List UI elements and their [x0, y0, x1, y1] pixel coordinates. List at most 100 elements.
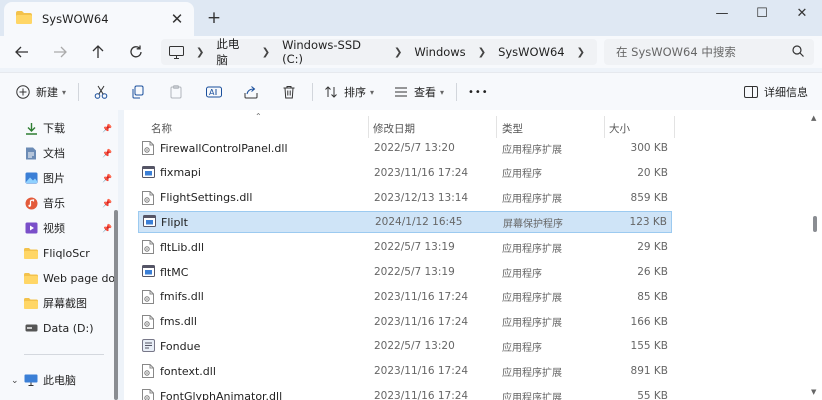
- table-row[interactable]: fltLib.dll 2022/5/7 13:19 应用程序扩展 29 KB: [138, 236, 672, 258]
- refresh-button[interactable]: [126, 42, 146, 62]
- table-row[interactable]: fltMC 2022/5/7 13:19 应用程序 26 KB: [138, 261, 672, 283]
- paste-button[interactable]: [169, 81, 183, 103]
- drive-icon: [24, 321, 38, 335]
- file-name-cell: FirewallControlPanel.dll: [142, 141, 288, 155]
- sidebar-item-pictures[interactable]: 图片 📌: [24, 168, 116, 188]
- pin-icon[interactable]: 📌: [102, 124, 112, 133]
- details-label: 详细信息: [764, 86, 808, 99]
- share-button[interactable]: [244, 81, 258, 103]
- breadcrumb-separator-icon: ❯: [477, 46, 487, 58]
- scroll-down-icon[interactable]: ▼: [811, 388, 816, 396]
- column-header-type[interactable]: 类型: [502, 118, 523, 138]
- navigation-pane: 下载 📌 文档 📌 图片 📌 音乐 📌 视频 📌 FliqloScr Web p…: [0, 110, 118, 400]
- tab-syswow64[interactable]: SysWOW64 ✕: [4, 2, 194, 36]
- search-icon: [792, 45, 804, 60]
- sort-label: 排序: [344, 86, 366, 99]
- sidebar-scrollbar[interactable]: [114, 210, 118, 400]
- file-name-cell: fltMC: [142, 265, 188, 279]
- column-divider[interactable]: [604, 116, 605, 138]
- back-button[interactable]: [12, 42, 32, 62]
- sidebar-item-data-drive[interactable]: Data (D:): [24, 318, 116, 338]
- new-button[interactable]: 新建 ▾: [16, 81, 66, 103]
- view-button[interactable]: 查看 ▾: [394, 81, 444, 103]
- column-divider[interactable]: [368, 116, 369, 138]
- new-tab-button[interactable]: +: [203, 8, 225, 28]
- table-row[interactable]: fixmapi 2023/11/16 17:24 应用程序 20 KB: [138, 162, 672, 184]
- divider: [456, 83, 457, 101]
- breadcrumb-syswow64[interactable]: SysWOW64: [498, 45, 565, 59]
- divider: [24, 354, 104, 355]
- chevron-down-icon: ▾: [370, 87, 375, 97]
- window-controls: — ☐ ✕: [702, 0, 822, 26]
- pin-icon[interactable]: 📌: [102, 149, 112, 158]
- column-header-size[interactable]: 大小: [609, 118, 630, 138]
- file-date: 2023/11/16 17:24: [374, 166, 469, 179]
- up-button[interactable]: [88, 42, 108, 62]
- table-row[interactable]: fontext.dll 2023/11/16 17:24 应用程序扩展 891 KB: [138, 360, 672, 382]
- rename-icon: A: [206, 86, 222, 98]
- sidebar-item-screenshots[interactable]: 屏幕截图: [24, 293, 116, 313]
- breadcrumb-drive-c[interactable]: Windows-SSD (C:): [282, 38, 382, 66]
- table-row[interactable]: FirewallControlPanel.dll 2022/5/7 13:20 应用…: [138, 137, 672, 159]
- scroll-up-icon[interactable]: ▲: [811, 114, 816, 122]
- pin-icon[interactable]: 📌: [102, 224, 112, 233]
- download-icon: [24, 121, 38, 135]
- details-pane-button[interactable]: 详细信息: [744, 81, 808, 103]
- cut-button[interactable]: [94, 81, 108, 103]
- sidebar-item-web-page-download[interactable]: Web page dow: [24, 268, 116, 288]
- sidebar-item-documents[interactable]: 文档 📌: [24, 143, 116, 163]
- folder-icon: [24, 246, 38, 260]
- forward-button[interactable]: [50, 42, 70, 62]
- sidebar-item-fliqloscr[interactable]: FliqloScr: [24, 243, 116, 263]
- file-size: 300 KB: [630, 142, 668, 154]
- file-name: fixmapi: [160, 166, 201, 180]
- address-bar[interactable]: ❯ 此电脑 ❯ Windows-SSD (C:) ❯ Windows ❯ Sys…: [161, 36, 597, 68]
- pin-icon[interactable]: 📌: [102, 199, 112, 208]
- sidebar-item-music[interactable]: 音乐 📌: [24, 193, 116, 213]
- breadcrumb-windows[interactable]: Windows: [414, 45, 465, 59]
- breadcrumb-this-pc[interactable]: 此电脑: [216, 36, 249, 68]
- column-divider[interactable]: [674, 116, 675, 138]
- table-row[interactable]: fmifs.dll 2023/11/16 17:24 应用程序扩展 85 KB: [138, 286, 672, 308]
- sidebar-item-videos[interactable]: 视频 📌: [24, 218, 116, 238]
- table-row[interactable]: FlipIt 2024/1/12 16:45 屏幕保护程序 123 KB: [138, 211, 672, 234]
- sidebar-item-label: 此电脑: [43, 374, 76, 387]
- sidebar-item-label: 屏幕截图: [43, 297, 87, 310]
- scissors-icon: [94, 85, 108, 99]
- file-type: 应用程序扩展: [502, 293, 562, 305]
- search-input[interactable]: 在 SysWOW64 中搜索: [604, 39, 814, 65]
- minimize-button[interactable]: —: [702, 0, 742, 26]
- delete-button[interactable]: [282, 81, 296, 103]
- title-bar: SysWOW64 ✕ + — ☐ ✕: [0, 0, 822, 36]
- sidebar-item-this-pc[interactable]: 此电脑: [24, 370, 116, 390]
- table-row[interactable]: fms.dll 2023/11/16 17:24 应用程序扩展 166 KB: [138, 311, 672, 333]
- file-name-cell: FlipIt: [143, 215, 188, 229]
- plus-circle-icon: [16, 85, 30, 99]
- pin-icon[interactable]: 📌: [102, 174, 112, 183]
- file-name: FlipIt: [161, 215, 188, 229]
- table-row[interactable]: FontGlyphAnimator.dll 2023/11/16 17:24 应用程…: [138, 385, 672, 400]
- close-button[interactable]: ✕: [782, 0, 822, 26]
- more-options-button[interactable]: •••: [468, 81, 489, 103]
- table-row[interactable]: Fondue 2022/5/7 13:20 应用程序 155 KB: [138, 335, 672, 357]
- file-name-cell: FlightSettings.dll: [142, 190, 252, 205]
- column-header-date[interactable]: 修改日期: [373, 118, 415, 138]
- sidebar-item-label: 图片: [43, 172, 65, 185]
- column-header-name[interactable]: 名称: [151, 118, 172, 138]
- clipboard-icon: [170, 85, 182, 99]
- file-type: 应用程序: [502, 169, 542, 181]
- close-tab-icon[interactable]: ✕: [168, 10, 186, 28]
- file-size: 20 KB: [637, 166, 668, 179]
- file-list-scrollbar[interactable]: ▲ ▼: [808, 110, 822, 400]
- copy-button[interactable]: [131, 81, 145, 103]
- column-divider[interactable]: [496, 116, 497, 138]
- command-bar: 新建 ▾ A 排序 ▾ 查看 ▾ ••• 详细信息: [0, 72, 822, 110]
- maximize-button[interactable]: ☐: [742, 0, 782, 26]
- scrollbar-thumb[interactable]: [813, 216, 817, 232]
- sidebar-item-downloads[interactable]: 下载 📌: [24, 118, 116, 138]
- rename-button[interactable]: A: [206, 81, 222, 103]
- sidebar-item-label: 下载: [43, 122, 65, 135]
- sort-button[interactable]: 排序 ▾: [324, 81, 374, 103]
- chevron-down-icon[interactable]: ⌄: [11, 376, 19, 386]
- table-row[interactable]: FlightSettings.dll 2023/12/13 13:14 应用程序扩展…: [138, 187, 672, 209]
